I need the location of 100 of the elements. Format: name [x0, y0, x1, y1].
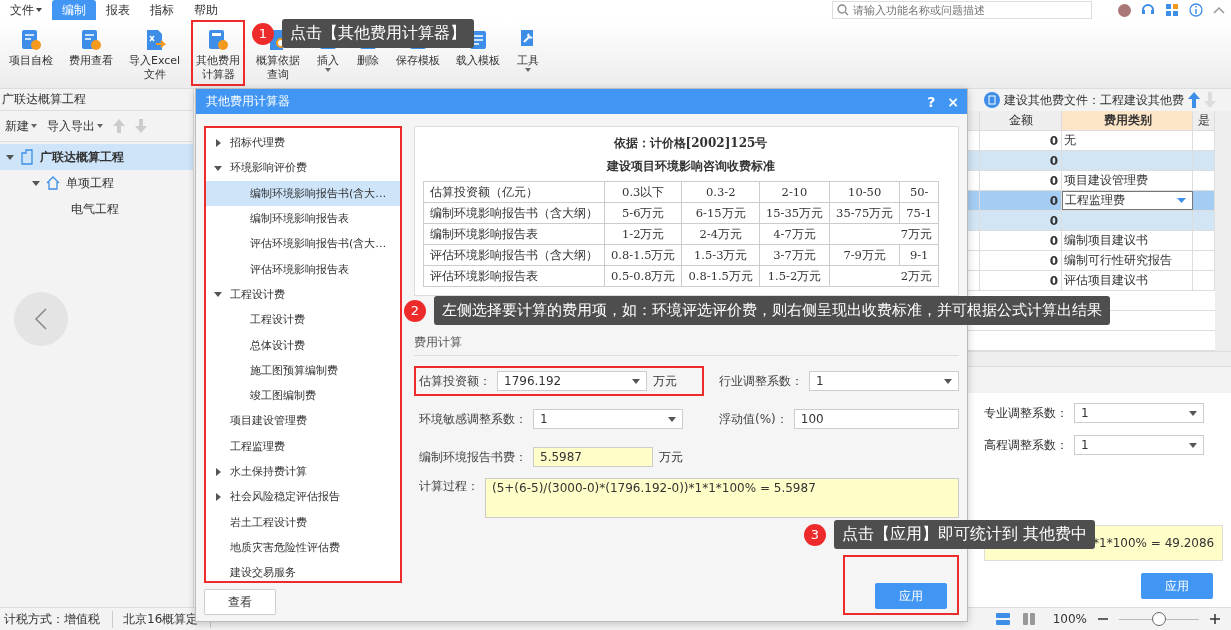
collapsed-caret-icon[interactable]	[214, 138, 222, 147]
coefficient-dropdown[interactable]: 1	[1074, 435, 1204, 455]
expanded-caret-icon[interactable]	[6, 153, 14, 161]
zoom-level: 100%	[1052, 612, 1087, 626]
toolbar-button[interactable]: 导入导出	[47, 117, 103, 135]
caret-icon	[1189, 410, 1197, 416]
table-cell: 0	[980, 251, 1062, 270]
file-title: 建设其他费文件：工程建设其他费	[1004, 91, 1184, 109]
table-cell: 0.3以下	[604, 181, 682, 203]
tree-item[interactable]: 电气工程	[0, 196, 193, 222]
calculation-textarea[interactable]: (5+(6-5)/(3000-0)*(1796.192-0))*1*1*100% = 5.5987	[485, 478, 959, 518]
caret-icon	[97, 124, 103, 128]
document-icon	[79, 28, 103, 52]
tree-item[interactable]: 社会风险稳定评估报告	[206, 484, 400, 510]
scrollbar[interactable]	[1215, 111, 1231, 351]
dropdown-field[interactable]: 1796.192	[497, 371, 647, 391]
menu-tab[interactable]: 帮助	[184, 0, 228, 20]
unit-label: 万元	[653, 372, 677, 390]
table-cell: 估算投资额（亿元）	[423, 181, 605, 203]
table-cell: 评估项目建议书	[1062, 271, 1193, 290]
table-cell: 7-9万元	[829, 244, 900, 266]
table-cell: 5-6万元	[604, 202, 682, 224]
formula-text: *1*100% = 49.2086	[1093, 536, 1215, 550]
tree-item[interactable]: 环境影响评价费	[206, 155, 400, 181]
ribbon-button[interactable]: 工具	[511, 20, 546, 86]
up-arrow-icon[interactable]	[1188, 92, 1200, 108]
tree-item[interactable]: 单项工程	[0, 170, 193, 196]
column-header[interactable]: 费用类别	[1062, 111, 1193, 130]
tree-item[interactable]: 工程设计费	[206, 281, 400, 308]
collapse-icon[interactable]	[1213, 6, 1225, 14]
tree-item[interactable]: 竣工图编制费	[206, 382, 400, 409]
ribbon-button[interactable]: 项目自检	[4, 20, 58, 86]
toolbar-button[interactable]: 新建	[5, 117, 37, 135]
slider-thumb[interactable]	[1152, 612, 1166, 626]
document-icon	[984, 92, 1000, 108]
tree-item[interactable]: 地质灾害危险性评估费	[206, 534, 400, 561]
headset-icon[interactable]	[1141, 3, 1155, 17]
document-icon	[19, 28, 43, 52]
tree-item[interactable]: 水土保持费计算	[206, 458, 400, 485]
table-cell: 75-1	[899, 202, 939, 224]
table-cell: 0	[980, 271, 1062, 290]
collapsed-caret-icon[interactable]	[214, 467, 222, 476]
status-text: 计税方式：增值税	[4, 610, 113, 628]
grid-icon[interactable]	[1165, 3, 1179, 17]
avatar-icon[interactable]	[1118, 3, 1131, 17]
table-cell: 10-50	[829, 181, 900, 203]
tree-item[interactable]: 项目建设管理费	[206, 408, 400, 434]
table-cell: 35-75万元	[829, 202, 900, 224]
field-label: 专业调整系数：	[984, 404, 1068, 422]
search-field[interactable]: 请输入功能名称或问题描述	[832, 1, 1092, 19]
section-title: 费用计算	[414, 334, 959, 356]
table-cell: 无	[1062, 131, 1193, 150]
collapsed-caret-icon[interactable]	[214, 492, 222, 501]
tree-item[interactable]: 建设交易服务	[206, 560, 400, 581]
tree-item[interactable]: 评估环境影响报告书(含大…	[206, 231, 400, 257]
expanded-caret-icon[interactable]	[214, 290, 222, 299]
chevron-left-icon	[34, 307, 48, 331]
zoom-in-icon[interactable]	[1209, 613, 1221, 625]
tree-item[interactable]: 广联达概算工程	[0, 144, 193, 170]
table-cell: 0.3-2	[681, 181, 760, 203]
coefficient-dropdown[interactable]: 1	[1074, 403, 1204, 423]
table-cell: 0	[980, 231, 1062, 250]
dropdown-field[interactable]: 1	[809, 371, 959, 391]
field-label: 高程调整系数：	[984, 436, 1068, 454]
tree-item[interactable]: 编制环境影响报告表	[206, 205, 400, 232]
table-cell: 50-	[899, 181, 939, 203]
category-dropdown[interactable]: 工程监理费	[1062, 191, 1193, 210]
expanded-caret-icon[interactable]	[32, 179, 40, 187]
tree-item[interactable]: 工程设计费	[206, 307, 400, 333]
caret-icon	[944, 378, 952, 384]
panel-title: 广联达概算工程	[2, 91, 86, 108]
ribbon-button[interactable]: 费用查看	[64, 20, 118, 86]
table-cell: 1.5-2万元	[759, 265, 830, 287]
dropdown-field[interactable]: 1	[533, 409, 683, 429]
tree-item[interactable]: 工程监理费	[206, 433, 400, 459]
ribbon-button[interactable]: 导入Excel 文件	[124, 20, 186, 86]
menu-tab[interactable]: 文件	[0, 0, 52, 20]
table-cell: 7万元	[829, 223, 939, 245]
tree-item[interactable]: 岩土工程设计费	[206, 509, 400, 535]
tree-item[interactable]: 评估环境影响报告表	[206, 256, 400, 282]
input-field[interactable]: 100	[793, 409, 959, 429]
table-cell: 4-7万元	[759, 223, 830, 245]
tree-item[interactable]: 编制环境影响报告书(含大…	[206, 180, 400, 206]
table-cell: 1.5-3万元	[681, 244, 760, 266]
ribbon-button[interactable]: 其他费用 计算器	[191, 20, 246, 86]
calculator-icon	[206, 28, 231, 52]
info-icon[interactable]	[1189, 3, 1203, 17]
callout-tooltip: 点击【应用】即可统计到 其他费中	[834, 520, 1096, 549]
expanded-caret-icon[interactable]	[214, 163, 222, 172]
tree-item[interactable]: 招标代理费	[206, 130, 400, 156]
view-button[interactable]: 查看	[204, 589, 276, 615]
tree-item[interactable]: 施工图预算编制费	[206, 357, 400, 383]
callout-tooltip: 左侧选择要计算的费用项，如：环境评选评价费，则右侧呈现出收费标准，并可根据公式计算出结果	[434, 296, 1110, 325]
unit-label: 万元	[659, 448, 683, 466]
rows-view-icon[interactable]	[994, 611, 1011, 627]
tree-item[interactable]: 总体设计费	[206, 332, 400, 358]
menu-tab[interactable]: 报表	[96, 0, 140, 20]
table-cell: 编制环境影响报告表	[423, 223, 605, 245]
menu-tab[interactable]: 指标	[140, 0, 184, 20]
columns-view-icon[interactable]	[1020, 611, 1037, 627]
